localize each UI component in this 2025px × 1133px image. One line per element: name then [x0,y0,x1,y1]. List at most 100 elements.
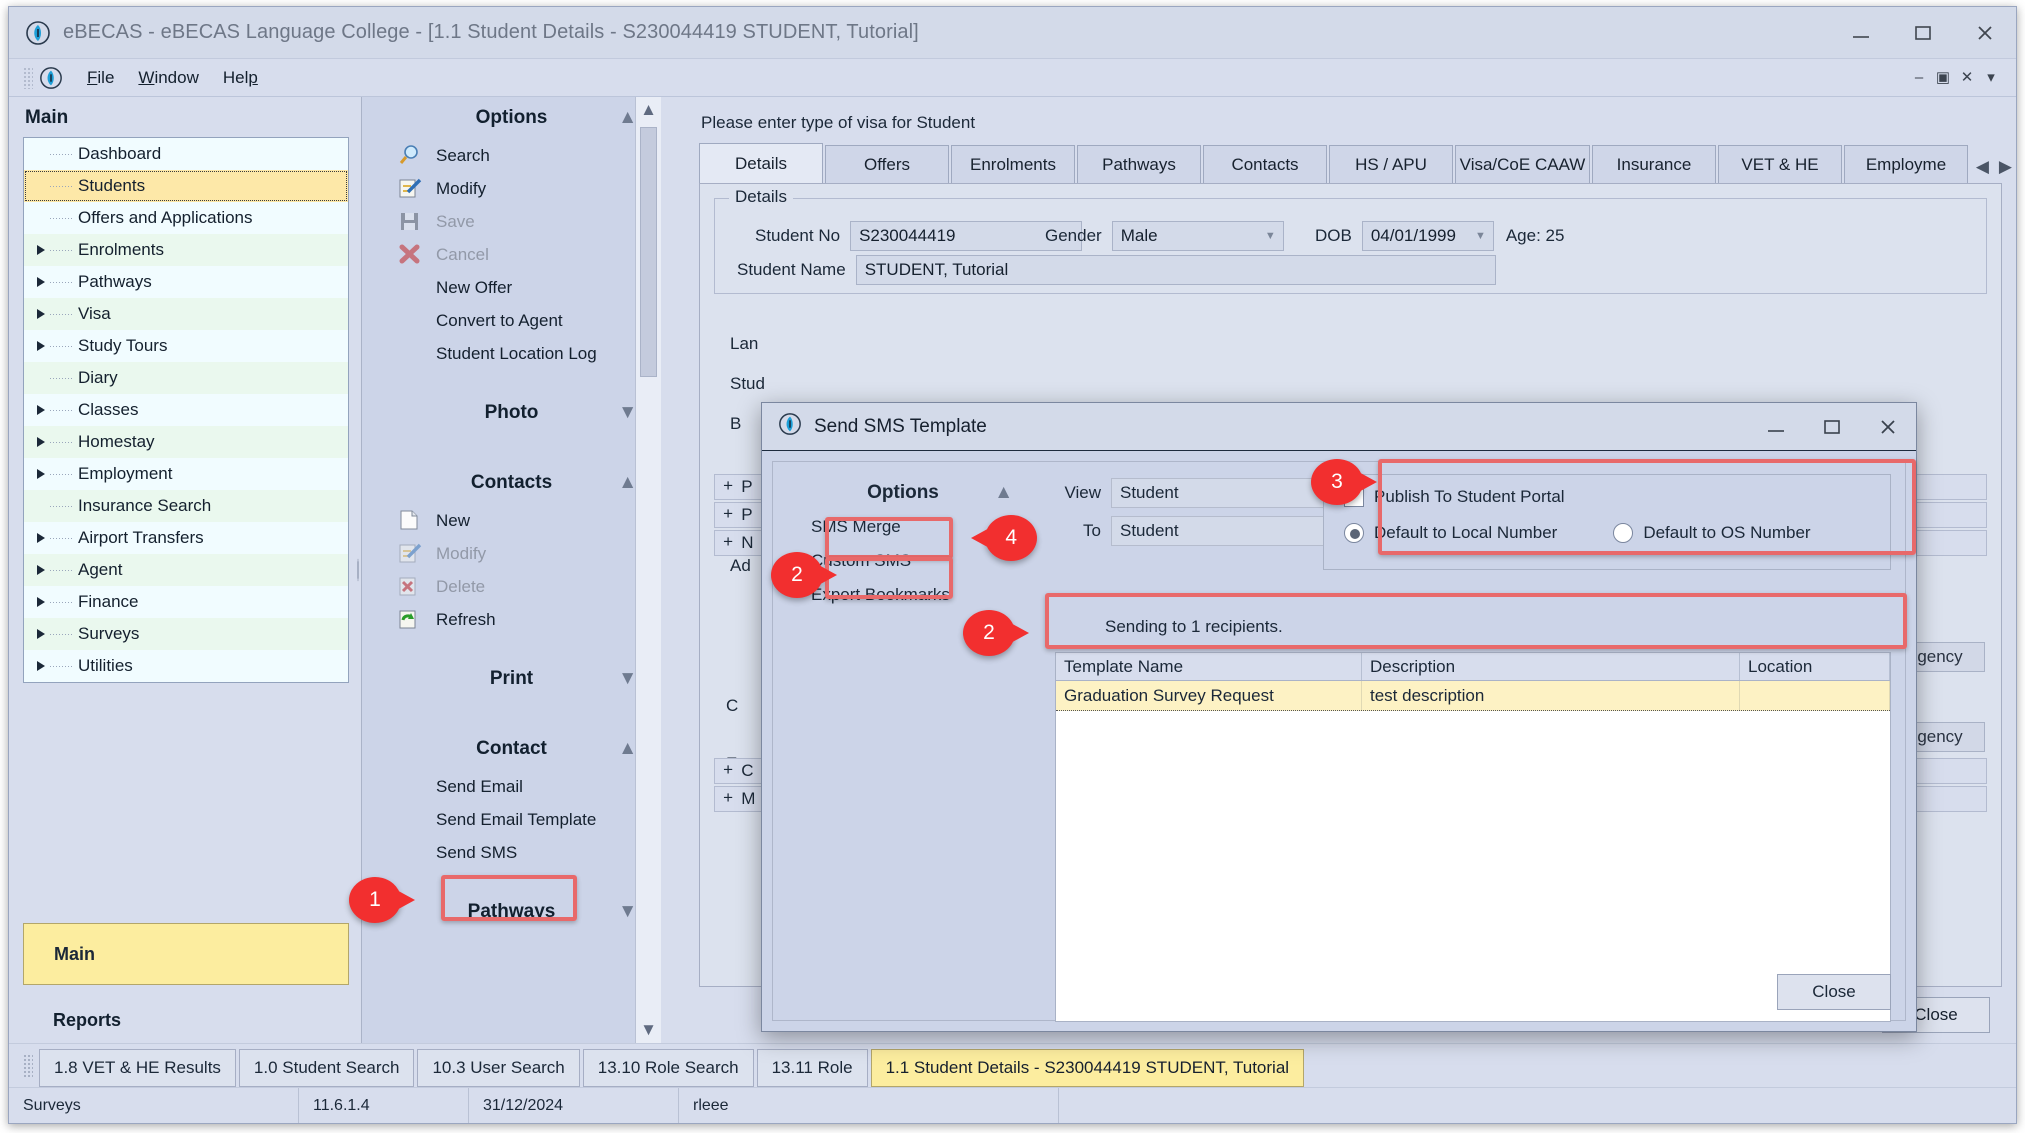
sidebar-item-study-tours[interactable]: Study Tours [24,330,348,362]
expand-arrow-icon[interactable] [32,244,50,256]
option-send-sms[interactable]: Send SMS [362,836,661,869]
sidebar-item-agent[interactable]: Agent [24,554,348,586]
tab-offers[interactable]: Offers [825,145,949,183]
column-header-description[interactable]: Description [1362,653,1740,680]
expand-arrow-icon[interactable] [32,532,50,544]
task-tab-1[interactable]: 1.0 Student Search [239,1049,415,1087]
taskbar-grip-handle[interactable] [23,1054,33,1078]
maximize-button[interactable] [1892,8,1954,58]
mdi-close-button[interactable]: ✕ [1956,71,1978,85]
dialog-close-action-button[interactable]: Close [1777,974,1891,1010]
sidebar-item-visa[interactable]: Visa [24,298,348,330]
sidebar-item-insurance-search[interactable]: Insurance Search [24,490,348,522]
column-header-location[interactable]: Location [1740,653,1890,680]
option-search[interactable]: Search [362,139,661,172]
task-tab-5[interactable]: 1.1 Student Details - S230044419 STUDENT… [871,1049,1305,1087]
expand-arrow-icon[interactable] [32,628,50,640]
tab-insurance[interactable]: Insurance [1592,145,1716,183]
sidebar-item-classes[interactable]: Classes [24,394,348,426]
option-convert-to-agent[interactable]: Convert to Agent [362,304,661,337]
tab-vet-he[interactable]: VET & HE [1718,145,1842,183]
options-section-header-photo[interactable]: Photo▼ [362,392,661,434]
options-section-header-options[interactable]: Options▲ [362,97,661,139]
sidebar-item-finance[interactable]: Finance [24,586,348,618]
dialog-maximize-button[interactable] [1804,404,1860,450]
menu-item-help[interactable]: Help [211,66,270,90]
options-section-header-print[interactable]: Print▼ [362,658,661,700]
tab-pathways[interactable]: Pathways [1077,145,1201,183]
default-to-os-number-radio[interactable] [1613,523,1633,543]
radio-os-number-row[interactable]: Default to OS Number [1613,523,1810,543]
tab-contacts[interactable]: Contacts [1203,145,1327,183]
column-header-template-name[interactable]: Template Name [1056,653,1362,680]
tab-visa-coe-caaw[interactable]: Visa/CoE CAAW [1455,145,1590,183]
options-section-header-contacts[interactable]: Contacts▲ [362,462,661,504]
mdi-restore-button[interactable]: ▣ [1932,71,1954,85]
menu-item-file[interactable]: File [75,66,126,90]
option-new[interactable]: New [362,504,661,537]
expand-arrow-icon[interactable] [32,596,50,608]
options-section-header-contact[interactable]: Contact▲ [362,728,661,770]
expand-arrow-icon[interactable] [32,468,50,480]
expand-arrow-icon[interactable] [32,308,50,320]
gender-select[interactable]: Male ▼ [1112,221,1284,251]
close-button[interactable] [1954,8,2016,58]
dialog-minimize-button[interactable] [1748,404,1804,450]
sidebar-item-surveys[interactable]: Surveys [24,618,348,650]
menu-item-window[interactable]: Window [126,66,210,90]
table-row[interactable]: Graduation Survey Request test descripti… [1056,681,1890,711]
task-tab-2[interactable]: 10.3 User Search [417,1049,579,1087]
publish-checkbox-row[interactable]: Publish To Student Portal [1344,487,1890,507]
default-to-local-number-radio[interactable] [1344,523,1364,543]
option-send-email-template[interactable]: Send Email Template [362,803,661,836]
task-tab-0[interactable]: 1.8 VET & HE Results [39,1049,236,1087]
dialog-close-button[interactable] [1860,404,1916,450]
sidebar-item-utilities[interactable]: Utilities [24,650,348,682]
option-student-location-log[interactable]: Student Location Log [362,337,661,370]
pencil-page-icon [398,177,426,201]
menu-grip-handle[interactable] [23,67,33,89]
mdi-menu-button[interactable]: ▾ [1980,71,2002,85]
tab-scroll-buttons[interactable]: ◀ ▶ [1976,157,2012,177]
tab-scroll-right-icon[interactable]: ▶ [1999,157,2012,177]
task-tab-4[interactable]: 13.11 Role [757,1049,868,1087]
expand-arrow-icon[interactable] [32,660,50,672]
tab-details[interactable]: Details [699,143,823,183]
scroll-up-icon[interactable]: ▲ [636,97,661,123]
sidebar-item-dashboard[interactable]: Dashboard [24,138,348,170]
tab-scroll-left-icon[interactable]: ◀ [1976,157,1989,177]
scroll-thumb[interactable] [640,127,657,377]
collapse-chevron-icon[interactable]: ▲ [994,482,1013,504]
expand-arrow-icon[interactable] [32,276,50,288]
sidebar-item-pathways[interactable]: Pathways [24,266,348,298]
sidebar-item-enrolments[interactable]: Enrolments [24,234,348,266]
minimize-button[interactable] [1830,8,1892,58]
option-refresh[interactable]: Refresh [362,603,661,636]
option-send-email[interactable]: Send Email [362,770,661,803]
expand-arrow-icon[interactable] [32,340,50,352]
radio-local-number-row[interactable]: Default to Local Number [1344,523,1557,543]
nav-reports-button[interactable]: Reports [23,997,349,1043]
sidebar-item-offers-and-applications[interactable]: Offers and Applications [24,202,348,234]
tab-enrolments[interactable]: Enrolments [951,145,1075,183]
expand-arrow-icon[interactable] [32,404,50,416]
dob-datepicker[interactable]: 04/01/1999 ▼ [1362,221,1494,251]
expand-arrow-icon[interactable] [32,436,50,448]
sidebar-item-employment[interactable]: Employment [24,458,348,490]
sidebar-item-homestay[interactable]: Homestay [24,426,348,458]
option-save: Save [362,205,661,238]
mdi-minimize-button[interactable]: – [1908,71,1930,85]
options-scrollbar[interactable]: ▲ ▼ [635,97,661,1043]
tab-hs-apu[interactable]: HS / APU [1329,145,1453,183]
tab-employme[interactable]: Employme [1844,145,1968,183]
task-tab-3[interactable]: 13.10 Role Search [583,1049,754,1087]
option-new-offer[interactable]: New Offer [362,271,661,304]
sidebar-item-airport-transfers[interactable]: Airport Transfers [24,522,348,554]
scroll-down-icon[interactable]: ▼ [636,1017,661,1043]
nav-main-button[interactable]: Main [23,923,349,985]
option-modify[interactable]: Modify [362,172,661,205]
expand-arrow-icon[interactable] [32,564,50,576]
student-name-input[interactable]: STUDENT, Tutorial [856,255,1496,285]
sidebar-item-students[interactable]: Students [24,170,348,202]
sidebar-item-diary[interactable]: Diary [24,362,348,394]
